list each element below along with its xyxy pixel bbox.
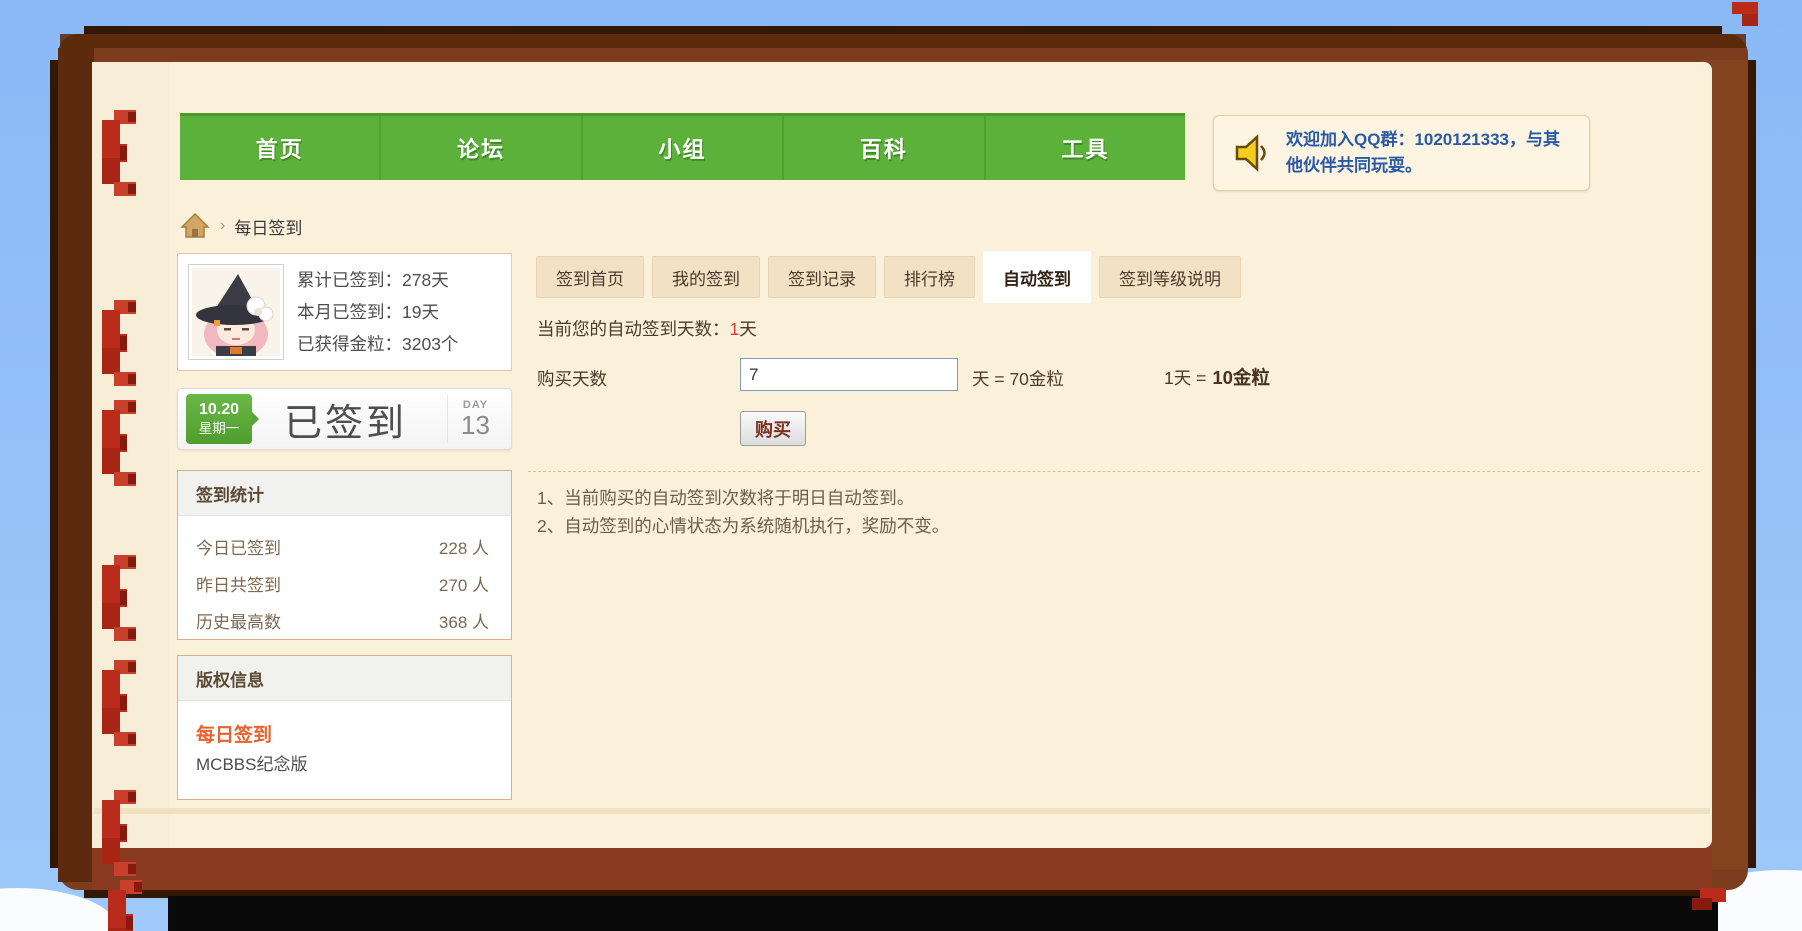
note-2: 2、自动签到的心情状态为系统随机执行，奖励不变。 xyxy=(537,512,949,540)
breadcrumb-current: 每日签到 xyxy=(234,214,302,239)
rate-text: 天 = 70金粒 xyxy=(972,366,1064,391)
notice-text: 欢迎加入QQ群：1020121333，与其 他伙伴共同玩耍。 xyxy=(1286,127,1560,179)
signin-tabs: 签到首页 我的签到 签到记录 排行榜 自动签到 签到等级说明 xyxy=(536,251,1241,303)
tab-my-signin[interactable]: 我的签到 xyxy=(652,256,760,298)
copyright-title: 版权信息 xyxy=(178,656,511,701)
unit-price-value: 10金粒 xyxy=(1212,367,1270,388)
minecraft-signin-page: 首页 论坛 小组 百科 工具 欢迎加入QQ群：1020121333，与其 他伙伴… xyxy=(0,0,1802,931)
gold-earned: 已获得金粒：3203个 xyxy=(297,328,458,360)
signin-status-card: 10.20 星期一 已签到 DAY 13 xyxy=(177,388,512,450)
buy-days-label: 购买天数 xyxy=(537,366,607,391)
copyright-card: 版权信息 每日签到 MCBBS纪念版 xyxy=(177,655,512,800)
signin-status-text: 已签到 xyxy=(284,392,407,447)
current-auto-days: 当前您的自动签到天数：1天 xyxy=(537,316,757,341)
date-value: 10.20 xyxy=(186,400,252,420)
buy-days-input[interactable] xyxy=(740,358,958,391)
current-days-value: 1 xyxy=(730,319,740,339)
signin-statistics-card: 签到统计 今日已签到228 人 昨日共签到270 人 历史最高数368 人 xyxy=(177,470,512,640)
tab-level-guide[interactable]: 签到等级说明 xyxy=(1099,256,1241,298)
app-edition: MCBBS纪念版 xyxy=(196,751,493,779)
dashed-divider xyxy=(528,471,1700,472)
day-number: 13 xyxy=(448,411,503,439)
nav-item-wiki[interactable]: 百科 xyxy=(784,116,985,180)
speaker-icon xyxy=(1230,131,1274,175)
tab-signin-records[interactable]: 签到记录 xyxy=(768,256,876,298)
breadcrumb-separator: › xyxy=(220,217,225,235)
nav-item-forum[interactable]: 论坛 xyxy=(381,116,582,180)
avatar[interactable] xyxy=(188,264,284,360)
note-1: 1、当前购买的自动签到次数将于明日自动签到。 xyxy=(537,484,949,512)
nav-item-tools[interactable]: 工具 xyxy=(986,116,1185,180)
auto-signin-notes: 1、当前购买的自动签到次数将于明日自动签到。 2、自动签到的心情状态为系统随机执… xyxy=(537,484,949,540)
day-counter: DAY 13 xyxy=(447,395,503,443)
tab-leaderboard[interactable]: 排行榜 xyxy=(884,256,975,298)
month-signin-days: 本月已签到：19天 xyxy=(297,296,458,328)
qq-group-notice: 欢迎加入QQ群：1020121333，与其 他伙伴共同玩耍。 xyxy=(1213,115,1590,191)
main-nav: 首页 论坛 小组 百科 工具 xyxy=(180,113,1185,180)
nav-item-home[interactable]: 首页 xyxy=(180,116,381,180)
nav-item-groups[interactable]: 小组 xyxy=(583,116,784,180)
tab-auto-signin[interactable]: 自动签到 xyxy=(983,251,1091,303)
home-icon[interactable] xyxy=(180,212,210,240)
stat-row-record: 历史最高数368 人 xyxy=(196,604,489,641)
statistics-title: 签到统计 xyxy=(178,471,511,516)
total-signin-days: 累计已签到：278天 xyxy=(297,264,458,296)
witch-girl-avatar xyxy=(192,268,280,356)
ground-strip xyxy=(168,896,1718,931)
stat-row-yesterday: 昨日共签到270 人 xyxy=(196,567,489,604)
weekday-value: 星期一 xyxy=(186,420,252,438)
buy-button[interactable]: 购买 xyxy=(740,411,806,446)
user-stats-card: 累计已签到：278天 本月已签到：19天 已获得金粒：3203个 xyxy=(177,253,512,371)
tab-signin-home[interactable]: 签到首页 xyxy=(536,256,644,298)
unit-price: 1天 =10金粒 xyxy=(1164,364,1270,390)
book-bottom-band xyxy=(92,845,1712,890)
stat-row-today: 今日已签到228 人 xyxy=(196,530,489,567)
book-spine xyxy=(58,48,94,882)
date-badge: 10.20 星期一 xyxy=(186,394,252,444)
app-name[interactable]: 每日签到 xyxy=(196,721,493,751)
breadcrumb: › 每日签到 xyxy=(180,212,302,240)
